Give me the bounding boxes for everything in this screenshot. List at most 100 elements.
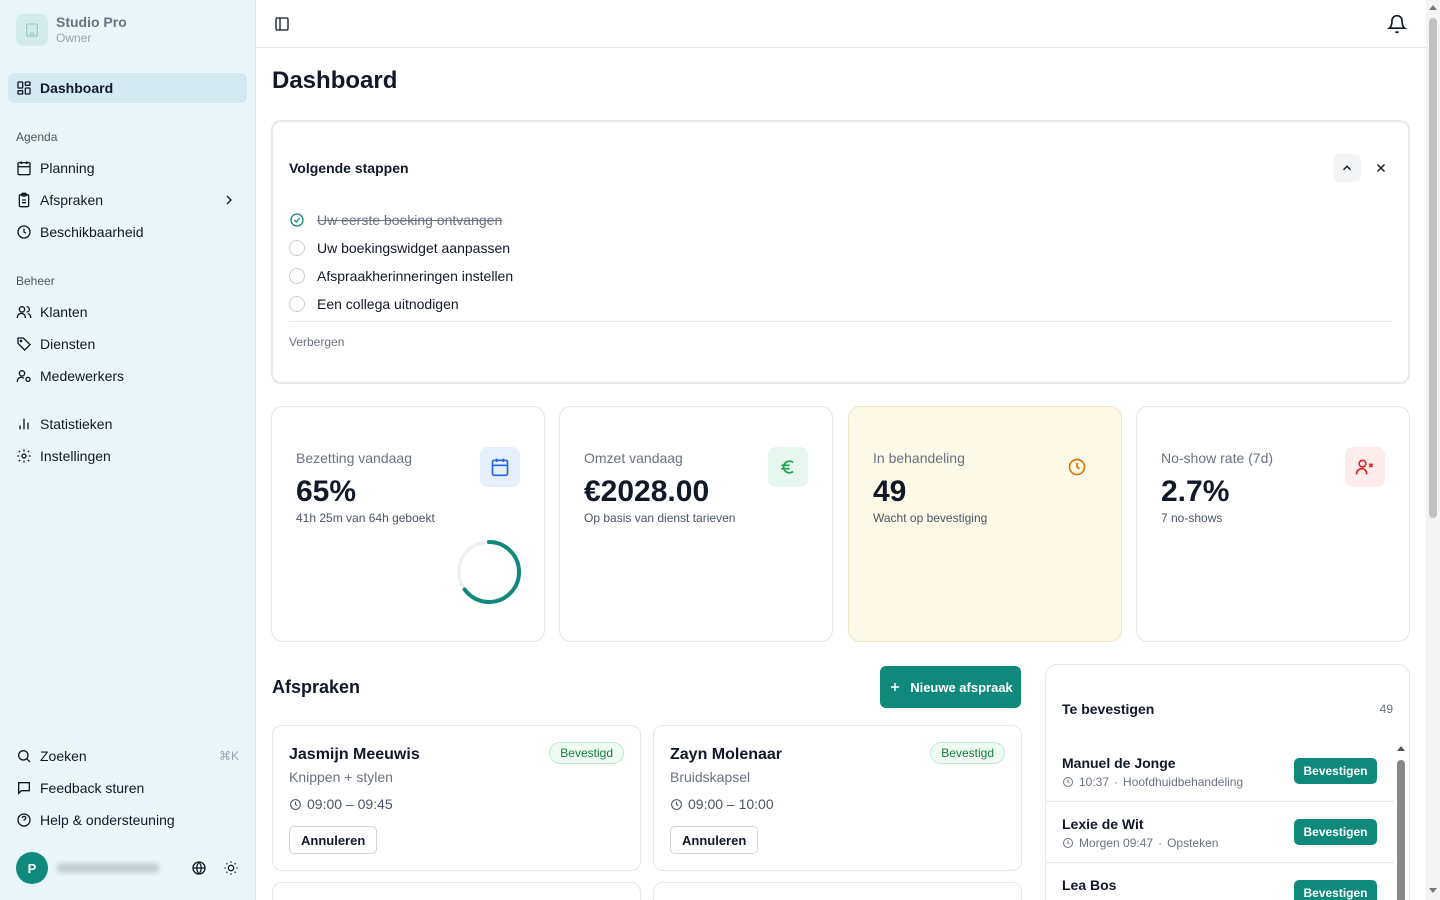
close-button[interactable] <box>1367 154 1395 182</box>
appointment-card[interactable] <box>272 882 641 900</box>
sidebar-item-help[interactable]: Help & ondersteuning <box>8 805 247 835</box>
sidebar-item-diensten[interactable]: Diensten <box>8 329 247 359</box>
step-item[interactable]: Afspraakherinneringen instellen <box>289 266 513 286</box>
list-item[interactable]: Lexie de Wit Morgen 09:47 · Opsteken Bev… <box>1046 802 1394 863</box>
step-item[interactable]: Uw boekingswidget aanpassen <box>289 238 510 258</box>
sidebar-item-label: Beschikbaarheid <box>40 224 144 240</box>
cancel-button[interactable]: Annuleren <box>670 826 759 854</box>
sidebar-item-label: Zoeken <box>40 748 87 764</box>
topbar <box>256 0 1426 48</box>
hide-link[interactable]: Verbergen <box>289 335 344 349</box>
sidebar-toggle-icon[interactable] <box>274 16 290 32</box>
avatar: P <box>16 852 48 884</box>
page-title: Dashboard <box>272 67 398 94</box>
sidebar-item-label: Dashboard <box>40 80 114 96</box>
step-label: Een collega uitnodigen <box>317 296 459 312</box>
client-name: Manuel de Jonge <box>1062 755 1176 771</box>
stat-subtext: Op basis van dienst tarieven <box>584 511 736 525</box>
dashboard-icon <box>17 81 31 95</box>
new-appointment-button[interactable]: Nieuwe afspraak <box>880 666 1021 708</box>
sidebar-item-feedback[interactable]: Feedback sturen <box>8 773 247 803</box>
stat-card-revenue: Omzet vandaag €2028.00 Op basis van dien… <box>559 406 833 642</box>
building-icon <box>16 14 48 46</box>
status-badge: Bevestigd <box>549 742 624 764</box>
page-scroll-thumb[interactable] <box>1429 18 1437 518</box>
client-name: Lea Bos <box>1062 877 1117 893</box>
step-label: Uw boekingswidget aanpassen <box>317 240 511 256</box>
scroll-down-arrow-icon[interactable] <box>1429 886 1437 894</box>
clock-icon <box>1057 447 1097 487</box>
stat-subtext: 41h 25m van 64h geboekt <box>296 511 435 525</box>
to-confirm-count: 49 <box>1379 702 1393 716</box>
step-item[interactable]: Uw eerste boeking ontvangen <box>289 210 502 230</box>
plus-icon <box>891 682 900 692</box>
stat-card-pending: In behandeling 49 Wacht op bevestiging <box>848 406 1122 642</box>
appointments-title: Afspraken <box>272 677 361 697</box>
appointment-meta: Morgen 09:47 · Opsteken <box>1062 836 1218 850</box>
user-email-blurred <box>56 863 160 873</box>
stat-subtext: 7 no-shows <box>1161 511 1223 525</box>
cancel-button[interactable]: Annuleren <box>289 826 378 854</box>
section-label-agenda: Agenda <box>16 130 58 144</box>
tag-icon <box>17 337 31 351</box>
empty-circle-icon <box>289 240 305 256</box>
sun-icon[interactable] <box>223 860 239 876</box>
search-shortcut: ⌘K <box>218 749 239 763</box>
confirm-button[interactable]: Bevestigen <box>1294 880 1377 900</box>
users-icon <box>16 306 32 318</box>
sidebar-item-dashboard[interactable]: Dashboard <box>8 73 247 103</box>
settings-icon <box>17 449 31 463</box>
appointment-card[interactable]: Jasmijn Meeuwis Bevestigd Knippen + styl… <box>272 725 641 871</box>
new-appointment-label: Nieuwe afspraak <box>910 679 1013 695</box>
stat-subtext: Wacht op bevestiging <box>873 511 988 525</box>
stat-label: In behandeling <box>873 450 965 466</box>
sidebar-item-instellingen[interactable]: Instellingen <box>8 441 247 471</box>
sidebar-item-medewerkers[interactable]: Medewerkers <box>8 361 247 391</box>
close-icon <box>1376 163 1386 173</box>
confirm-button[interactable]: Bevestigen <box>1294 819 1377 845</box>
sidebar-item-afspraken[interactable]: Afspraken <box>8 185 247 215</box>
collapse-button[interactable] <box>1333 154 1361 182</box>
bell-icon[interactable] <box>1387 14 1407 34</box>
appointment-time: 09:00 – 09:45 <box>289 796 393 812</box>
clock-icon <box>671 798 682 810</box>
chevron-right-icon <box>226 195 232 205</box>
calendar-icon <box>17 161 31 176</box>
message-icon <box>18 782 30 795</box>
step-item[interactable]: Een collega uitnodigen <box>289 294 459 314</box>
globe-icon[interactable] <box>191 860 207 876</box>
appointment-client: Zayn Molenaar <box>670 746 783 763</box>
user-cog-icon <box>16 370 31 382</box>
calendar-icon <box>480 447 520 487</box>
check-circle-icon <box>290 213 304 227</box>
stat-card-no-show: No-show rate (7d) 2.7% 7 no-shows <box>1136 406 1410 642</box>
brand-switcher[interactable]: Studio Pro Owner <box>16 14 127 46</box>
brand-role: Owner <box>56 31 92 45</box>
stat-value: 2.7% <box>1161 475 1230 508</box>
sidebar-item-label: Help & ondersteuning <box>40 812 175 828</box>
appointment-service: Bruidskapsel <box>670 769 751 785</box>
sidebar-item-beschikbaarheid[interactable]: Beschikbaarheid <box>8 217 247 247</box>
sidebar-item-klanten[interactable]: Klanten <box>8 297 247 327</box>
user-menu[interactable]: P <box>16 852 246 884</box>
appointment-service: Opsteken <box>1167 836 1219 850</box>
to-confirm-panel: Te bevestigen 49 Manuel de Jonge 10:37 ·… <box>1045 664 1410 900</box>
appointment-service: Hoofdhuidbehandeling <box>1123 775 1244 789</box>
sidebar-item-zoeken[interactable]: Zoeken ⌘K <box>8 741 247 771</box>
panel-scrollbar[interactable] <box>1396 744 1406 900</box>
sidebar-item-planning[interactable]: Planning <box>8 153 247 183</box>
scroll-up-arrow-icon[interactable] <box>1429 4 1437 12</box>
page-scrollbar[interactable] <box>1426 0 1440 900</box>
list-item[interactable]: Manuel de Jonge 10:37 · Hoofdhuidbehande… <box>1046 741 1394 802</box>
confirm-button[interactable]: Bevestigen <box>1294 758 1377 784</box>
status-badge: Bevestigd <box>930 742 1005 764</box>
appointment-service: Knippen + stylen <box>289 769 393 785</box>
appointment-card[interactable] <box>653 882 1022 900</box>
list-item[interactable]: Lea Bos Bevestigen <box>1046 863 1394 900</box>
sidebar-item-statistieken[interactable]: Statistieken <box>8 409 247 439</box>
clock-icon <box>17 225 31 239</box>
appointment-time-text: Morgen 09:47 <box>1079 836 1154 850</box>
search-icon <box>18 750 31 763</box>
appointment-time-text: 10:37 <box>1079 775 1110 789</box>
appointment-card[interactable]: Zayn Molenaar Bevestigd Bruidskapsel 09:… <box>653 725 1022 871</box>
